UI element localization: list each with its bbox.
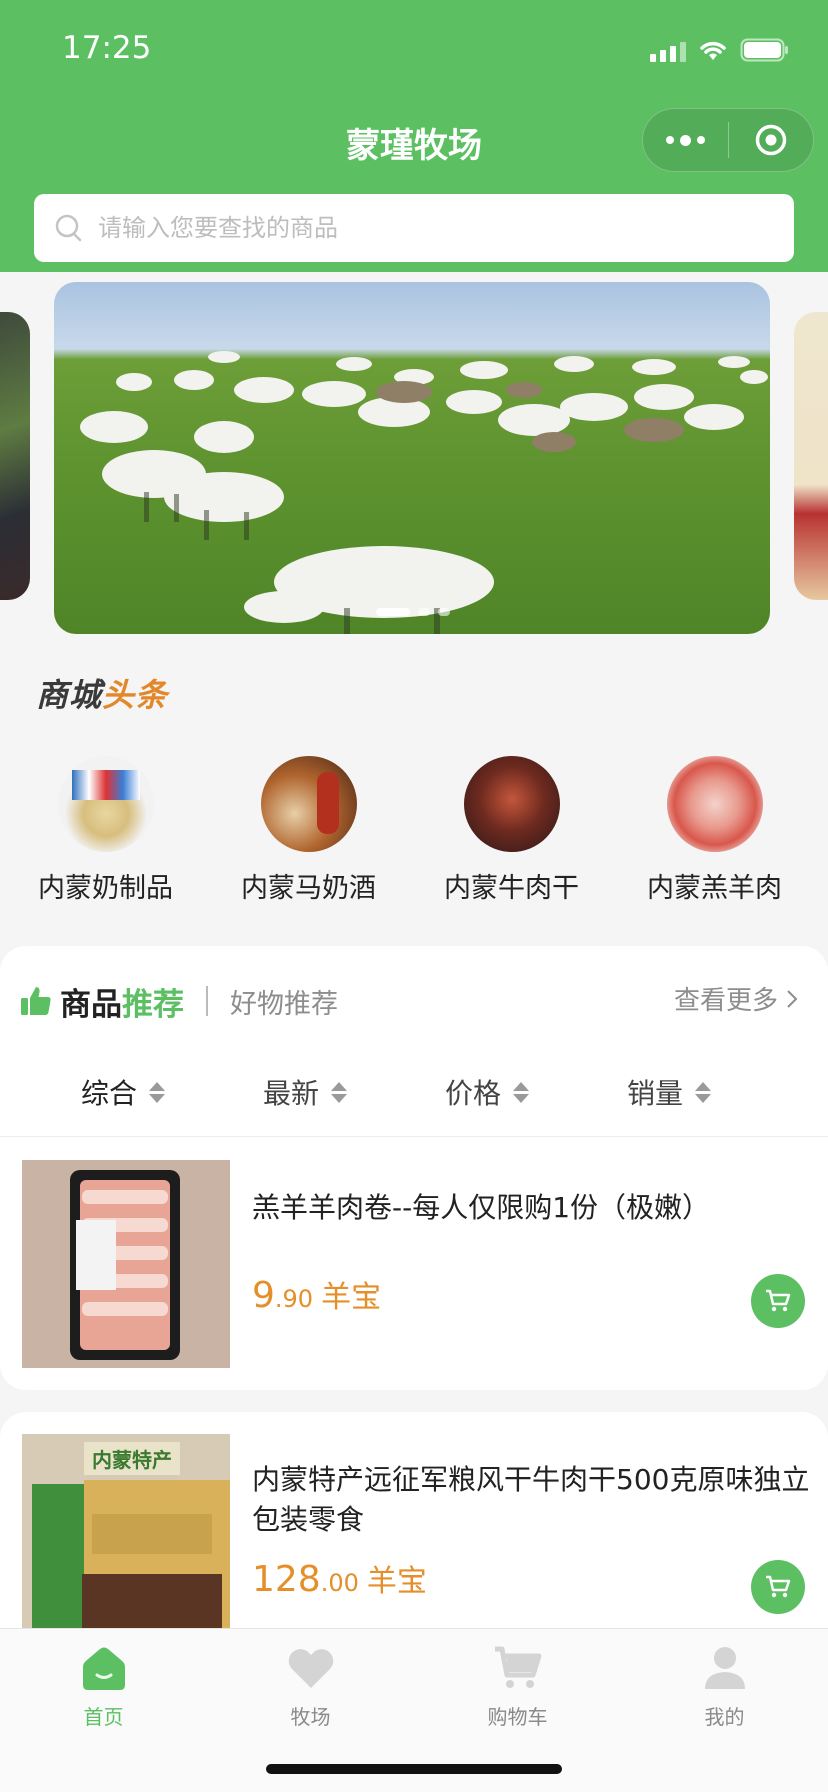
banner-image	[80, 351, 768, 634]
category-horse-milk-wine[interactable]: 内蒙马奶酒	[211, 756, 406, 905]
search-icon	[55, 214, 82, 242]
banner-prev-slide[interactable]	[0, 312, 30, 600]
home-indicator	[266, 1764, 562, 1774]
tab-mine[interactable]: 我的	[621, 1629, 828, 1792]
product-price: 9.90 羊宝	[252, 1275, 382, 1316]
sort-arrows-icon	[149, 1081, 165, 1103]
sort-newest[interactable]: 最新	[214, 1056, 396, 1128]
product-image	[22, 1160, 230, 1368]
category-beef-jerky[interactable]: 内蒙牛肉干	[414, 756, 609, 905]
product-name: 羔羊羊肉卷--每人仅限购1份（极嫩）	[252, 1191, 711, 1224]
sort-bar: 综合 最新 价格 销量	[0, 1056, 828, 1128]
status-time: 17:25	[62, 30, 152, 66]
user-icon	[697, 1641, 753, 1695]
category-dairy-image	[57, 756, 154, 852]
battery-icon	[740, 38, 790, 62]
search-input[interactable]	[98, 214, 738, 242]
sort-comprehensive[interactable]: 综合	[32, 1056, 214, 1128]
product-price: 128.00 羊宝	[252, 1559, 427, 1600]
signal-icon	[650, 40, 686, 62]
home-icon	[76, 1641, 132, 1695]
heart-icon	[283, 1641, 339, 1695]
cart-icon	[766, 1575, 791, 1598]
thumbs-up-icon	[21, 987, 51, 1015]
banner-next-slide[interactable]	[794, 312, 828, 600]
category-lamb-image	[666, 756, 763, 852]
wifi-icon	[698, 38, 728, 62]
view-more-link[interactable]: 查看更多	[674, 980, 798, 1017]
carousel-dot[interactable]	[418, 608, 430, 616]
sort-arrows-icon	[695, 1081, 711, 1103]
mall-headline-logo: 商城头条	[36, 676, 169, 714]
add-to-cart-button[interactable]	[751, 1560, 805, 1614]
carousel-dots	[376, 608, 450, 616]
add-to-cart-button[interactable]	[751, 1274, 805, 1328]
chevron-right-icon	[787, 989, 798, 1008]
cart-icon	[766, 1289, 791, 1312]
category-list: 内蒙奶制品 内蒙马奶酒 内蒙牛肉干 内蒙羔羊肉	[0, 756, 828, 905]
sort-arrows-icon	[513, 1081, 529, 1103]
category-beef-jerky-image	[463, 756, 560, 852]
sort-sales[interactable]: 销量	[578, 1056, 760, 1128]
close-mini-program-button[interactable]	[729, 108, 814, 172]
more-menu-button[interactable]	[643, 108, 728, 172]
category-horse-milk-wine-image	[260, 756, 357, 852]
target-icon	[755, 124, 786, 156]
product-name: 内蒙特产远征军粮风干牛肉干500克原味独立包装零食	[252, 1463, 810, 1536]
category-lamb[interactable]: 内蒙羔羊肉	[617, 756, 812, 905]
tab-home[interactable]: 首页	[0, 1629, 207, 1792]
category-dairy[interactable]: 内蒙奶制品	[8, 756, 203, 905]
sort-arrows-icon	[331, 1081, 347, 1103]
sort-price[interactable]: 价格	[396, 1056, 578, 1128]
recommend-card: 商品 推荐 好物推荐 查看更多 综合 最新 价格 销量 羔羊羊肉卷--每人仅限购1…	[0, 946, 828, 1390]
recommend-header: 商品 推荐 好物推荐	[20, 976, 338, 1026]
status-icons	[650, 36, 790, 62]
carousel-dot[interactable]	[438, 608, 450, 616]
mini-program-capsule	[642, 108, 814, 172]
banner-carousel[interactable]	[54, 282, 770, 634]
search-bar[interactable]	[34, 194, 794, 262]
product-image: 内蒙特产	[22, 1434, 230, 1642]
product-image-caption: 内蒙特产	[84, 1442, 180, 1475]
header: 17:25 蒙瑾牧场	[0, 0, 828, 272]
cart-icon	[490, 1641, 546, 1695]
carousel-dot[interactable]	[376, 608, 410, 616]
